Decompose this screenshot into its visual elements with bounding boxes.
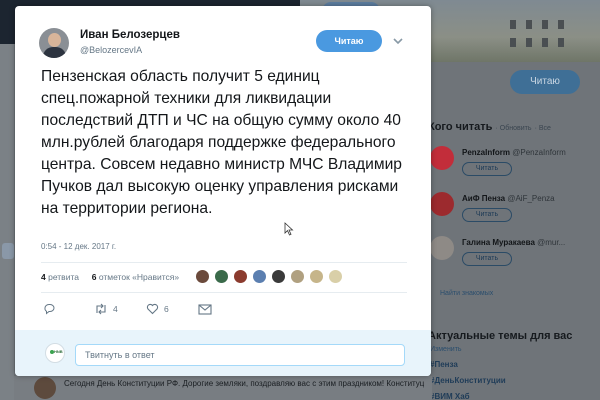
background-left-column bbox=[0, 44, 14, 400]
liker-avatar[interactable] bbox=[195, 269, 210, 284]
tweet-modal: Иван Белозерцев @BelozercevIA Читаю Пенз… bbox=[15, 6, 431, 376]
trend-item[interactable]: #ВИМ Хаб bbox=[430, 392, 470, 400]
who-to-follow-header: Кого читать · Обновить · Все bbox=[428, 121, 551, 133]
like-action[interactable]: 6 bbox=[146, 302, 169, 316]
retweets-count[interactable]: 4 bbox=[41, 272, 46, 282]
user-avatar[interactable] bbox=[430, 236, 454, 260]
liker-avatar[interactable] bbox=[290, 269, 305, 284]
author-avatar[interactable] bbox=[39, 28, 69, 58]
user-handle: @mur... bbox=[537, 238, 566, 247]
reply-icon bbox=[44, 304, 55, 315]
user-name-line: PenzaInform @PenzaInform bbox=[462, 148, 566, 157]
chevron-down-icon[interactable] bbox=[393, 36, 403, 46]
user-name[interactable]: Галина Муракаева bbox=[462, 238, 535, 247]
liker-avatar[interactable] bbox=[214, 269, 229, 284]
reply-input[interactable]: Твитнуть в ответ bbox=[75, 344, 405, 366]
follow-button[interactable]: Читать bbox=[462, 208, 512, 222]
liker-avatar[interactable] bbox=[328, 269, 343, 284]
who-to-follow-title: Кого читать bbox=[428, 121, 493, 133]
current-user-avatar-text: HNB bbox=[54, 349, 63, 354]
author-handle[interactable]: @BelozercevIA bbox=[80, 45, 142, 55]
who-to-follow-refresh[interactable]: Обновить bbox=[500, 125, 532, 132]
trends-title: Актуальные темы для вас bbox=[428, 330, 573, 342]
who-to-follow-user: АиФ Пенза @AiF_Penza Читать bbox=[430, 192, 600, 242]
retweet-action[interactable]: 4 bbox=[94, 302, 118, 316]
retweets-label[interactable]: ретвита bbox=[48, 272, 79, 282]
envelope-icon bbox=[198, 303, 212, 315]
divider bbox=[41, 292, 407, 293]
tweet-stats: 4 ретвита 6 отметок «Нравится» bbox=[41, 272, 179, 282]
tweet-text: Пензенская область получит 5 единиц спец… bbox=[41, 68, 402, 217]
likes-label[interactable]: отметок «Нравится» bbox=[99, 272, 179, 282]
user-avatar[interactable] bbox=[430, 146, 454, 170]
background-left-tab bbox=[2, 243, 14, 259]
user-handle: @AiF_Penza bbox=[507, 194, 555, 203]
current-user-avatar[interactable]: HNB bbox=[45, 343, 65, 363]
user-name-line: АиФ Пенза @AiF_Penza bbox=[462, 194, 555, 203]
follow-button[interactable]: Читать bbox=[462, 252, 512, 266]
retweet-count: 4 bbox=[113, 304, 118, 314]
reply-action[interactable] bbox=[43, 302, 60, 316]
user-name-line: Галина Муракаева @mur... bbox=[462, 238, 565, 247]
trends-change-link[interactable]: Изменить bbox=[430, 346, 462, 353]
find-friends-link[interactable]: Найти знакомых bbox=[440, 290, 493, 297]
user-name[interactable]: АиФ Пенза bbox=[462, 194, 505, 203]
mouse-cursor-icon bbox=[284, 222, 294, 236]
who-to-follow-user: PenzaInform @PenzaInform Читать bbox=[430, 146, 600, 196]
heart-icon bbox=[146, 303, 159, 315]
liker-avatar[interactable] bbox=[252, 269, 267, 284]
author-name[interactable]: Иван Белозерцев bbox=[80, 29, 180, 41]
liker-avatar[interactable] bbox=[309, 269, 324, 284]
retweet-icon bbox=[96, 303, 106, 315]
liker-avatar[interactable] bbox=[233, 269, 248, 284]
who-to-follow-all[interactable]: Все bbox=[539, 125, 551, 132]
likes-count[interactable]: 6 bbox=[92, 272, 97, 282]
reply-composer: HNB Твитнуть в ответ bbox=[15, 330, 431, 376]
timeline-avatar[interactable] bbox=[34, 377, 56, 399]
like-count: 6 bbox=[164, 304, 169, 314]
liker-avatar[interactable] bbox=[271, 269, 286, 284]
trend-item[interactable]: #Пенза bbox=[430, 360, 458, 369]
tweet-timestamp[interactable]: 0:54 - 12 дек. 2017 г. bbox=[41, 242, 116, 251]
user-avatar[interactable] bbox=[430, 192, 454, 216]
who-to-follow-user: Галина Муракаева @mur... Читать bbox=[430, 236, 600, 286]
direct-message-action[interactable] bbox=[198, 302, 212, 316]
user-name[interactable]: PenzaInform bbox=[462, 148, 510, 157]
follow-button[interactable]: Читать bbox=[462, 162, 512, 176]
following-button[interactable]: Читаю bbox=[316, 30, 382, 52]
divider bbox=[41, 262, 407, 263]
user-handle: @PenzaInform bbox=[512, 148, 566, 157]
trend-item[interactable]: #ДеньКонституции bbox=[430, 376, 506, 385]
background-following-button[interactable]: Читаю bbox=[510, 70, 580, 94]
timeline-tweet-text[interactable]: Сегодня День Конституции РФ. Дорогие зем… bbox=[64, 378, 424, 389]
